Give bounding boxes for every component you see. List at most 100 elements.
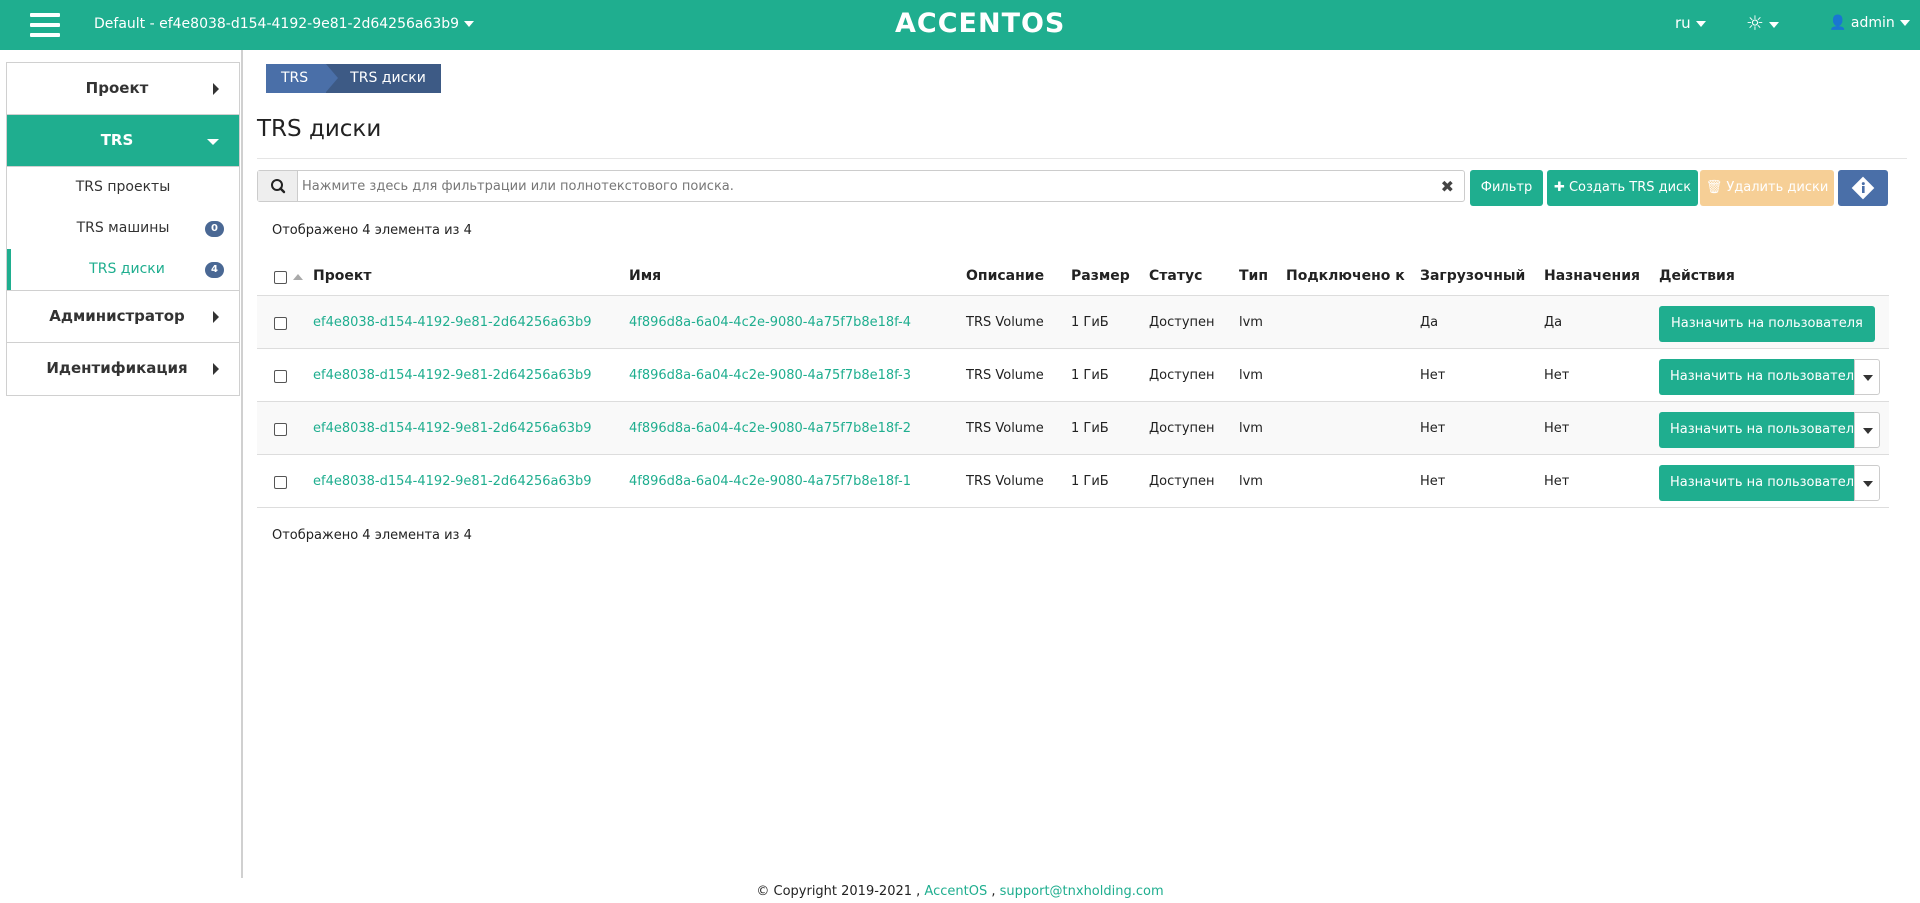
sidebar: Проект TRS TRS проекты TRS машины 0 TRS … bbox=[6, 62, 240, 396]
disk-name-link[interactable]: 4f896d8a-6a04-4c2e-9080-4a75f7b8e18f-2 bbox=[629, 421, 911, 436]
sidebar-section-project[interactable]: Проект bbox=[7, 63, 239, 115]
theme-selector[interactable]: ☼ bbox=[1746, 11, 1779, 35]
status-cell: Доступен bbox=[1149, 474, 1215, 489]
select-all-checkbox[interactable] bbox=[274, 271, 287, 284]
assign-to-user-button[interactable]: Назначить на пользователя bbox=[1659, 306, 1875, 342]
table-header: Проект Имя Описание Размер Статус Тип По… bbox=[257, 262, 1889, 296]
description-cell: TRS Volume bbox=[966, 474, 1044, 489]
support-email-link[interactable]: support@tnxholding.com bbox=[1000, 884, 1164, 899]
breadcrumb: TRS TRS диски bbox=[266, 64, 441, 93]
type-cell: lvm bbox=[1239, 315, 1263, 330]
sidebar-section-identity[interactable]: Идентификация bbox=[7, 343, 239, 395]
user-menu[interactable]: 👤 admin bbox=[1829, 15, 1910, 31]
size-cell: 1 ГиБ bbox=[1071, 421, 1109, 436]
breadcrumb-item-trs[interactable]: TRS bbox=[266, 64, 339, 93]
status-cell: Доступен bbox=[1149, 315, 1215, 330]
disk-name-link[interactable]: 4f896d8a-6a04-4c2e-9080-4a75f7b8e18f-3 bbox=[629, 368, 911, 383]
search-icon bbox=[271, 179, 286, 194]
project-selector-label: Default - ef4e8038-d154-4192-9e81-2d6425… bbox=[94, 16, 460, 32]
actions-dropdown-toggle[interactable] bbox=[1854, 359, 1880, 395]
column-header-bootable[interactable]: Загрузочный bbox=[1420, 268, 1525, 284]
sidebar-section-trs[interactable]: TRS bbox=[7, 115, 239, 167]
user-name: admin bbox=[1850, 15, 1895, 31]
info-diamond-icon bbox=[1851, 176, 1875, 200]
description-cell: TRS Volume bbox=[966, 315, 1044, 330]
accentos-link[interactable]: AccentOS bbox=[924, 884, 987, 899]
chevron-down-icon bbox=[207, 139, 219, 145]
sidebar-section-label: Проект bbox=[85, 79, 149, 97]
column-header-size[interactable]: Размер bbox=[1071, 268, 1130, 284]
disks-table: Проект Имя Описание Размер Статус Тип По… bbox=[257, 262, 1889, 508]
row-checkbox[interactable] bbox=[274, 476, 287, 489]
assign-to-user-button[interactable]: Назначить на пользователя bbox=[1659, 465, 1873, 501]
row-checkbox[interactable] bbox=[274, 423, 287, 436]
size-cell: 1 ГиБ bbox=[1071, 315, 1109, 330]
bootable-cell: Да bbox=[1420, 315, 1439, 330]
project-selector[interactable]: Default - ef4e8038-d154-4192-9e81-2d6425… bbox=[94, 16, 475, 32]
sidebar-section-label: Администратор bbox=[49, 307, 185, 325]
disk-name-link[interactable]: 4f896d8a-6a04-4c2e-9080-4a75f7b8e18f-4 bbox=[629, 315, 911, 330]
chevron-right-icon bbox=[213, 363, 219, 375]
table-row: ef4e8038-d154-4192-9e81-2d64256a63b9 4f8… bbox=[257, 349, 1889, 402]
gear-icon: ☼ bbox=[1746, 11, 1764, 35]
copyright-text: © Copyright 2019-2021 , bbox=[756, 884, 921, 899]
info-button[interactable] bbox=[1838, 170, 1888, 206]
title-divider bbox=[257, 158, 1907, 159]
trash-icon: 🗑 bbox=[1705, 180, 1723, 195]
chevron-down-icon bbox=[1863, 481, 1873, 487]
create-trs-disk-button[interactable]: ✚ Создать TRS диск bbox=[1547, 170, 1698, 206]
top-navbar: Default - ef4e8038-d154-4192-9e81-2d6425… bbox=[0, 0, 1920, 50]
sidebar-item-trs-machines[interactable]: TRS машины 0 bbox=[7, 208, 239, 249]
sort-asc-icon[interactable] bbox=[293, 274, 303, 280]
assigned-cell: Нет bbox=[1544, 421, 1570, 436]
sidebar-item-trs-disks[interactable]: TRS диски 4 bbox=[7, 249, 239, 290]
assign-to-user-button[interactable]: Назначить на пользователя bbox=[1659, 412, 1873, 448]
search-button[interactable] bbox=[258, 171, 298, 201]
sidebar-divider bbox=[241, 50, 243, 878]
delete-disks-button[interactable]: 🗑 Удалить диски bbox=[1700, 170, 1834, 206]
disk-name-link[interactable]: 4f896d8a-6a04-4c2e-9080-4a75f7b8e18f-1 bbox=[629, 474, 911, 489]
chevron-down-icon bbox=[1863, 428, 1873, 434]
language-label: ru bbox=[1675, 14, 1691, 32]
project-link[interactable]: ef4e8038-d154-4192-9e81-2d64256a63b9 bbox=[313, 474, 592, 489]
sidebar-item-trs-projects[interactable]: TRS проекты bbox=[7, 167, 239, 208]
project-link[interactable]: ef4e8038-d154-4192-9e81-2d64256a63b9 bbox=[313, 421, 592, 436]
search-input[interactable] bbox=[302, 171, 1432, 201]
footer-separator: , bbox=[991, 884, 996, 899]
footer: © Copyright 2019-2021 , AccentOS , suppo… bbox=[0, 884, 1920, 899]
project-link[interactable]: ef4e8038-d154-4192-9e81-2d64256a63b9 bbox=[313, 315, 592, 330]
menu-toggle-icon[interactable] bbox=[30, 13, 60, 37]
type-cell: lvm bbox=[1239, 421, 1263, 436]
column-header-attached[interactable]: Подключено к bbox=[1286, 268, 1405, 284]
count-badge: 0 bbox=[205, 221, 224, 237]
column-header-actions: Действия bbox=[1659, 268, 1735, 284]
clear-search-icon[interactable]: ✖ bbox=[1441, 177, 1454, 196]
actions-dropdown-toggle[interactable] bbox=[1854, 465, 1880, 501]
project-link[interactable]: ef4e8038-d154-4192-9e81-2d64256a63b9 bbox=[313, 368, 592, 383]
items-count-top: Отображено 4 элемента из 4 bbox=[272, 223, 472, 238]
filter-button[interactable]: Фильтр bbox=[1470, 170, 1543, 206]
column-header-type[interactable]: Тип bbox=[1239, 268, 1268, 284]
type-cell: lvm bbox=[1239, 474, 1263, 489]
language-selector[interactable]: ru bbox=[1675, 14, 1706, 32]
column-header-status[interactable]: Статус bbox=[1149, 268, 1202, 284]
items-count-bottom: Отображено 4 элемента из 4 bbox=[272, 528, 472, 543]
description-cell: TRS Volume bbox=[966, 368, 1044, 383]
breadcrumb-item-current: TRS диски bbox=[326, 64, 441, 93]
bootable-cell: Нет bbox=[1420, 474, 1446, 489]
row-checkbox[interactable] bbox=[274, 317, 287, 330]
column-header-name[interactable]: Имя bbox=[629, 268, 661, 284]
column-header-assigned[interactable]: Назначения bbox=[1544, 268, 1640, 284]
chevron-down-icon bbox=[1863, 375, 1873, 381]
sidebar-section-admin[interactable]: Администратор bbox=[7, 291, 239, 343]
table-row: ef4e8038-d154-4192-9e81-2d64256a63b9 4f8… bbox=[257, 455, 1889, 508]
assign-to-user-button[interactable]: Назначить на пользователя bbox=[1659, 359, 1873, 395]
sidebar-item-label: TRS проекты bbox=[75, 179, 171, 195]
column-header-description[interactable]: Описание bbox=[966, 268, 1044, 284]
column-header-project[interactable]: Проект bbox=[313, 268, 371, 284]
row-checkbox[interactable] bbox=[274, 370, 287, 383]
chevron-down-icon bbox=[1768, 21, 1779, 28]
actions-dropdown-toggle[interactable] bbox=[1854, 412, 1880, 448]
assigned-cell: Нет bbox=[1544, 368, 1570, 383]
table-row: ef4e8038-d154-4192-9e81-2d64256a63b9 4f8… bbox=[257, 296, 1889, 349]
